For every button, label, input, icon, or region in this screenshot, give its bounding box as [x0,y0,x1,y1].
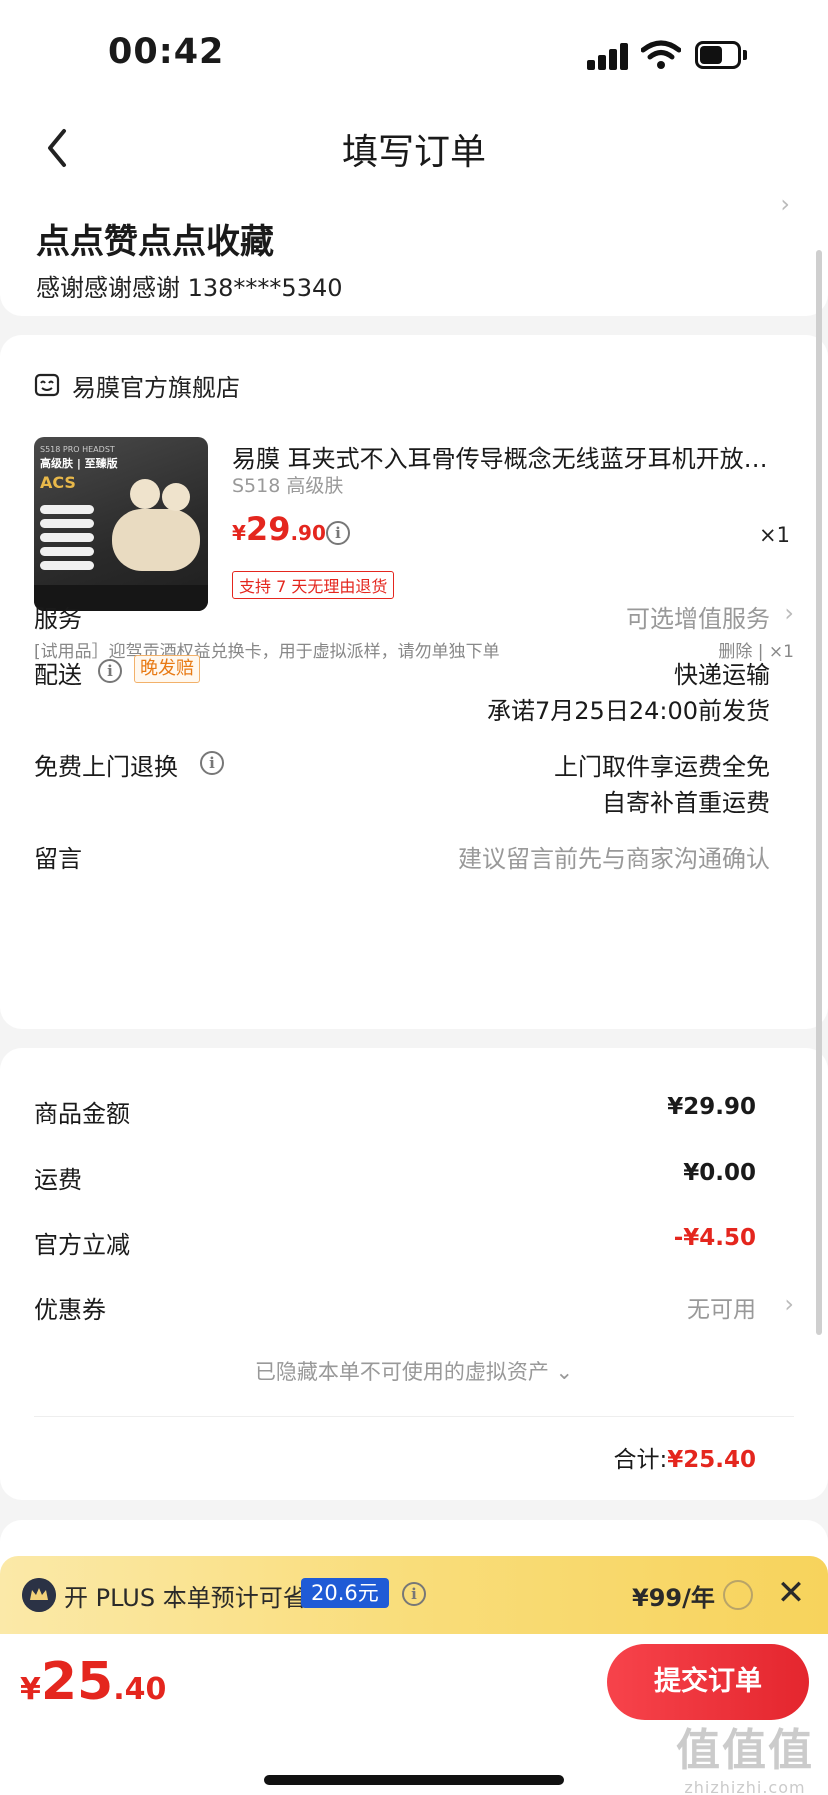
close-icon[interactable]: ✕ [776,1574,806,1612]
feature-pill [40,519,94,528]
return-policy-badge: 支持 7 天无理由退货 [232,571,395,599]
goods-amount-value: ¥29.90 [667,1094,756,1120]
scrollbar[interactable] [816,250,822,1335]
product-spec[interactable]: S518 高级肤 [232,471,343,498]
feature-pill [40,561,94,570]
info-icon[interactable]: i [326,521,350,545]
product-title[interactable]: 易膜 耳夹式不入耳骨传导概念无线蓝牙耳机开放式运动跑步通话降噪 [232,439,782,474]
shipping-row: 运费 ¥0.00 [34,1160,756,1196]
watermark: 值值值 zhizhizhi.com [676,1725,814,1795]
delivery-label: 配送 [34,661,82,689]
hidden-assets-toggle[interactable]: 已隐藏本单不可使用的虚拟资产 ⌄ [0,1356,828,1386]
footer-total-price: ¥25.40 [20,1652,167,1712]
message-input[interactable]: 建议留言前先与商家沟通确认 [458,839,770,874]
plus-savings-badge: 20.6元 [301,1578,389,1608]
delivery-method: 快递运输 [674,661,770,689]
message-label: 留言 [34,845,82,873]
product-price: ¥29.90 [232,510,326,548]
discount-label: 官方立减 [34,1231,130,1259]
order-total: 合计:¥25.40 [613,1440,756,1474]
feature-pill [40,533,94,542]
chevron-right-icon: › [784,599,794,627]
feature-pill [40,547,94,556]
plus-promo-bar[interactable]: 开 PLUS 本单预计可省 20.6元 i ¥99/年 ✕ [0,1556,828,1634]
divider [34,1416,794,1417]
address-contact: 感谢感谢感谢 138****5340 [36,274,343,302]
product-image[interactable]: S518 PRO HEADST 高级肤 | 至臻版 ACS [34,437,208,611]
info-icon[interactable]: i [98,659,122,683]
total-label: 合计: [613,1447,668,1473]
earbud [130,479,160,509]
coupon-label: 优惠券 [34,1296,106,1324]
product-image-logo: ACS [40,473,76,492]
discount-row: 官方立减 -¥4.50 [34,1225,756,1261]
service-value: 可选增值服务 [626,605,770,633]
battery-icon [695,41,747,69]
address-card[interactable]: 点点赞点点收藏 感谢感谢感谢 138****5340 › [0,190,828,316]
total-value: ¥25.40 [667,1447,756,1473]
coupon-value: 无可用 [687,1297,756,1323]
submit-order-button[interactable]: 提交订单 [607,1644,809,1720]
fee-summary-card: 商品金额 ¥29.90 运费 ¥0.00 官方立减 -¥4.50 优惠券 无可用… [0,1048,828,1500]
store-icon [34,373,60,397]
plus-price: ¥99/年 [632,1584,715,1612]
crown-icon [22,1578,56,1612]
free-return-line1: 上门取件享运费全免 [554,753,770,781]
status-bar: 00:42 [0,0,828,105]
shipping-label: 运费 [34,1166,82,1194]
info-icon[interactable]: i [402,1582,426,1606]
service-label: 服务 [34,605,82,633]
late-compensation-badge: 晚发赔 [134,655,200,683]
info-icon[interactable]: i [200,751,224,775]
plus-select-radio[interactable] [723,1580,753,1610]
delivery-row[interactable]: 配送 i 晚发赔 快递运输 承诺7月25日24:00前发货 [34,655,794,725]
earbud [162,483,190,511]
chevron-right-icon: › [780,190,790,218]
shipping-value: ¥0.00 [683,1160,756,1186]
shop-card: 易膜官方旗舰店 S518 PRO HEADST 高级肤 | 至臻版 ACS 易膜… [0,335,828,1029]
status-time: 00:42 [108,32,225,72]
feature-pill [40,505,94,514]
plus-promo-text: 开 PLUS 本单预计可省 [64,1584,307,1612]
delivery-promise: 承诺7月25日24:00前发货 [487,697,770,725]
wifi-icon [641,40,681,69]
home-indicator[interactable] [264,1775,564,1785]
chevron-right-icon: › [784,1290,794,1318]
free-return-row[interactable]: 免费上门退换 i 上门取件享运费全免 自寄补首重运费 [34,747,794,817]
goods-amount-label: 商品金额 [34,1100,130,1128]
coupon-row[interactable]: 优惠券 无可用 › [34,1290,794,1326]
discount-value: -¥4.50 [673,1225,756,1251]
message-row[interactable]: 留言 建议留言前先与商家沟通确认 [34,839,794,875]
signal-icon [587,42,631,70]
product-image-text: S518 PRO HEADST 高级肤 | 至臻版 [40,445,118,470]
store-name: 易膜官方旗舰店 [72,373,240,402]
free-return-line2: 自寄补首重运费 [602,789,770,817]
nav-bar: 填写订单 [0,105,828,190]
earbud-case [112,509,200,571]
store-header[interactable]: 易膜官方旗舰店 [34,367,240,403]
product-quantity: ×1 [759,523,790,547]
goods-amount-row: 商品金额 ¥29.90 [34,1094,756,1130]
address-name: 点点赞点点收藏 [36,222,274,262]
free-return-label: 免费上门退换 [34,753,178,781]
page-title: 填写订单 [341,132,486,173]
checkout-footer: ¥25.40 提交订单 值值值 zhizhizhi.com [0,1634,828,1795]
